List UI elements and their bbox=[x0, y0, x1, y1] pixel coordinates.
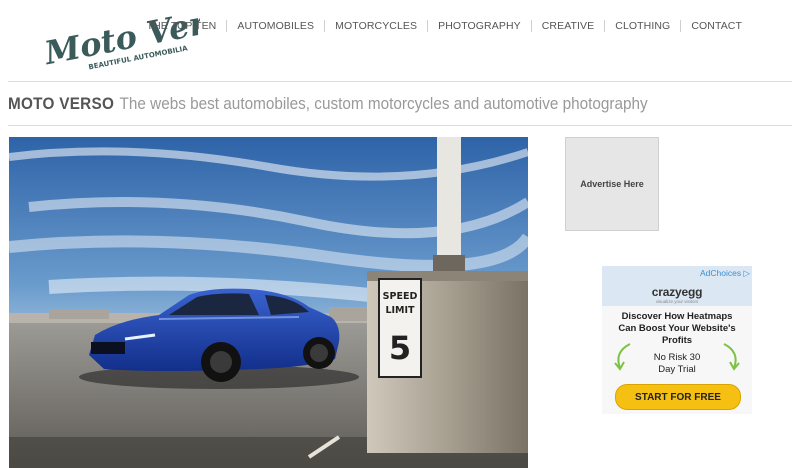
left-arrow-icon bbox=[614, 343, 631, 371]
sign-limit: LIMIT bbox=[385, 305, 415, 316]
adchoices-icon: ▷ bbox=[743, 268, 750, 278]
tagline-divider bbox=[8, 125, 792, 126]
featured-image[interactable]: SPEED LIMIT 5 bbox=[9, 137, 528, 468]
nav-clothing[interactable]: CLOTHING bbox=[605, 20, 680, 32]
nav-motorcycles[interactable]: MOTORCYCLES bbox=[325, 20, 427, 32]
crazyegg-logo: crazyegg bbox=[651, 285, 703, 299]
site-tagline: MOTO VERSO The webs best automobiles, cus… bbox=[8, 94, 648, 114]
start-for-free-button[interactable]: START FOR FREE bbox=[615, 384, 741, 410]
adchoices-label: AdChoices bbox=[699, 268, 742, 278]
right-arrow-icon bbox=[723, 343, 740, 371]
header-divider bbox=[8, 81, 792, 82]
nav-contact[interactable]: CONTACT bbox=[681, 20, 752, 32]
nav-automobiles[interactable]: AUTOMOBILES bbox=[227, 20, 324, 32]
nav-creative[interactable]: CREATIVE bbox=[532, 20, 605, 32]
sign-number: 5 bbox=[389, 329, 411, 367]
nav-photography[interactable]: PHOTOGRAPHY bbox=[428, 20, 531, 32]
advertise-here-box[interactable]: Advertise Here bbox=[565, 137, 659, 231]
tagline-text: The webs best automobiles, custom motorc… bbox=[119, 94, 648, 113]
mustang-photo: SPEED LIMIT 5 bbox=[9, 137, 528, 468]
sign-speed: SPEED bbox=[383, 291, 418, 302]
tagline-brand: MOTO VERSO bbox=[8, 94, 115, 113]
banner-offer: No Risk 30 Day Trial bbox=[653, 352, 701, 375]
main-nav: THE TOP TEN AUTOMOBILES MOTORCYCLES PHOT… bbox=[137, 20, 752, 32]
advertise-label: Advertise Here bbox=[580, 179, 644, 189]
crazyegg-tagline: visualize your visitors bbox=[655, 299, 699, 304]
nav-top-ten[interactable]: THE TOP TEN bbox=[137, 20, 227, 32]
crazyegg-ad-banner[interactable]: AdChoices ▷ crazyegg visualize your visi… bbox=[602, 266, 752, 414]
adchoices-link[interactable]: AdChoices ▷ bbox=[700, 268, 750, 279]
